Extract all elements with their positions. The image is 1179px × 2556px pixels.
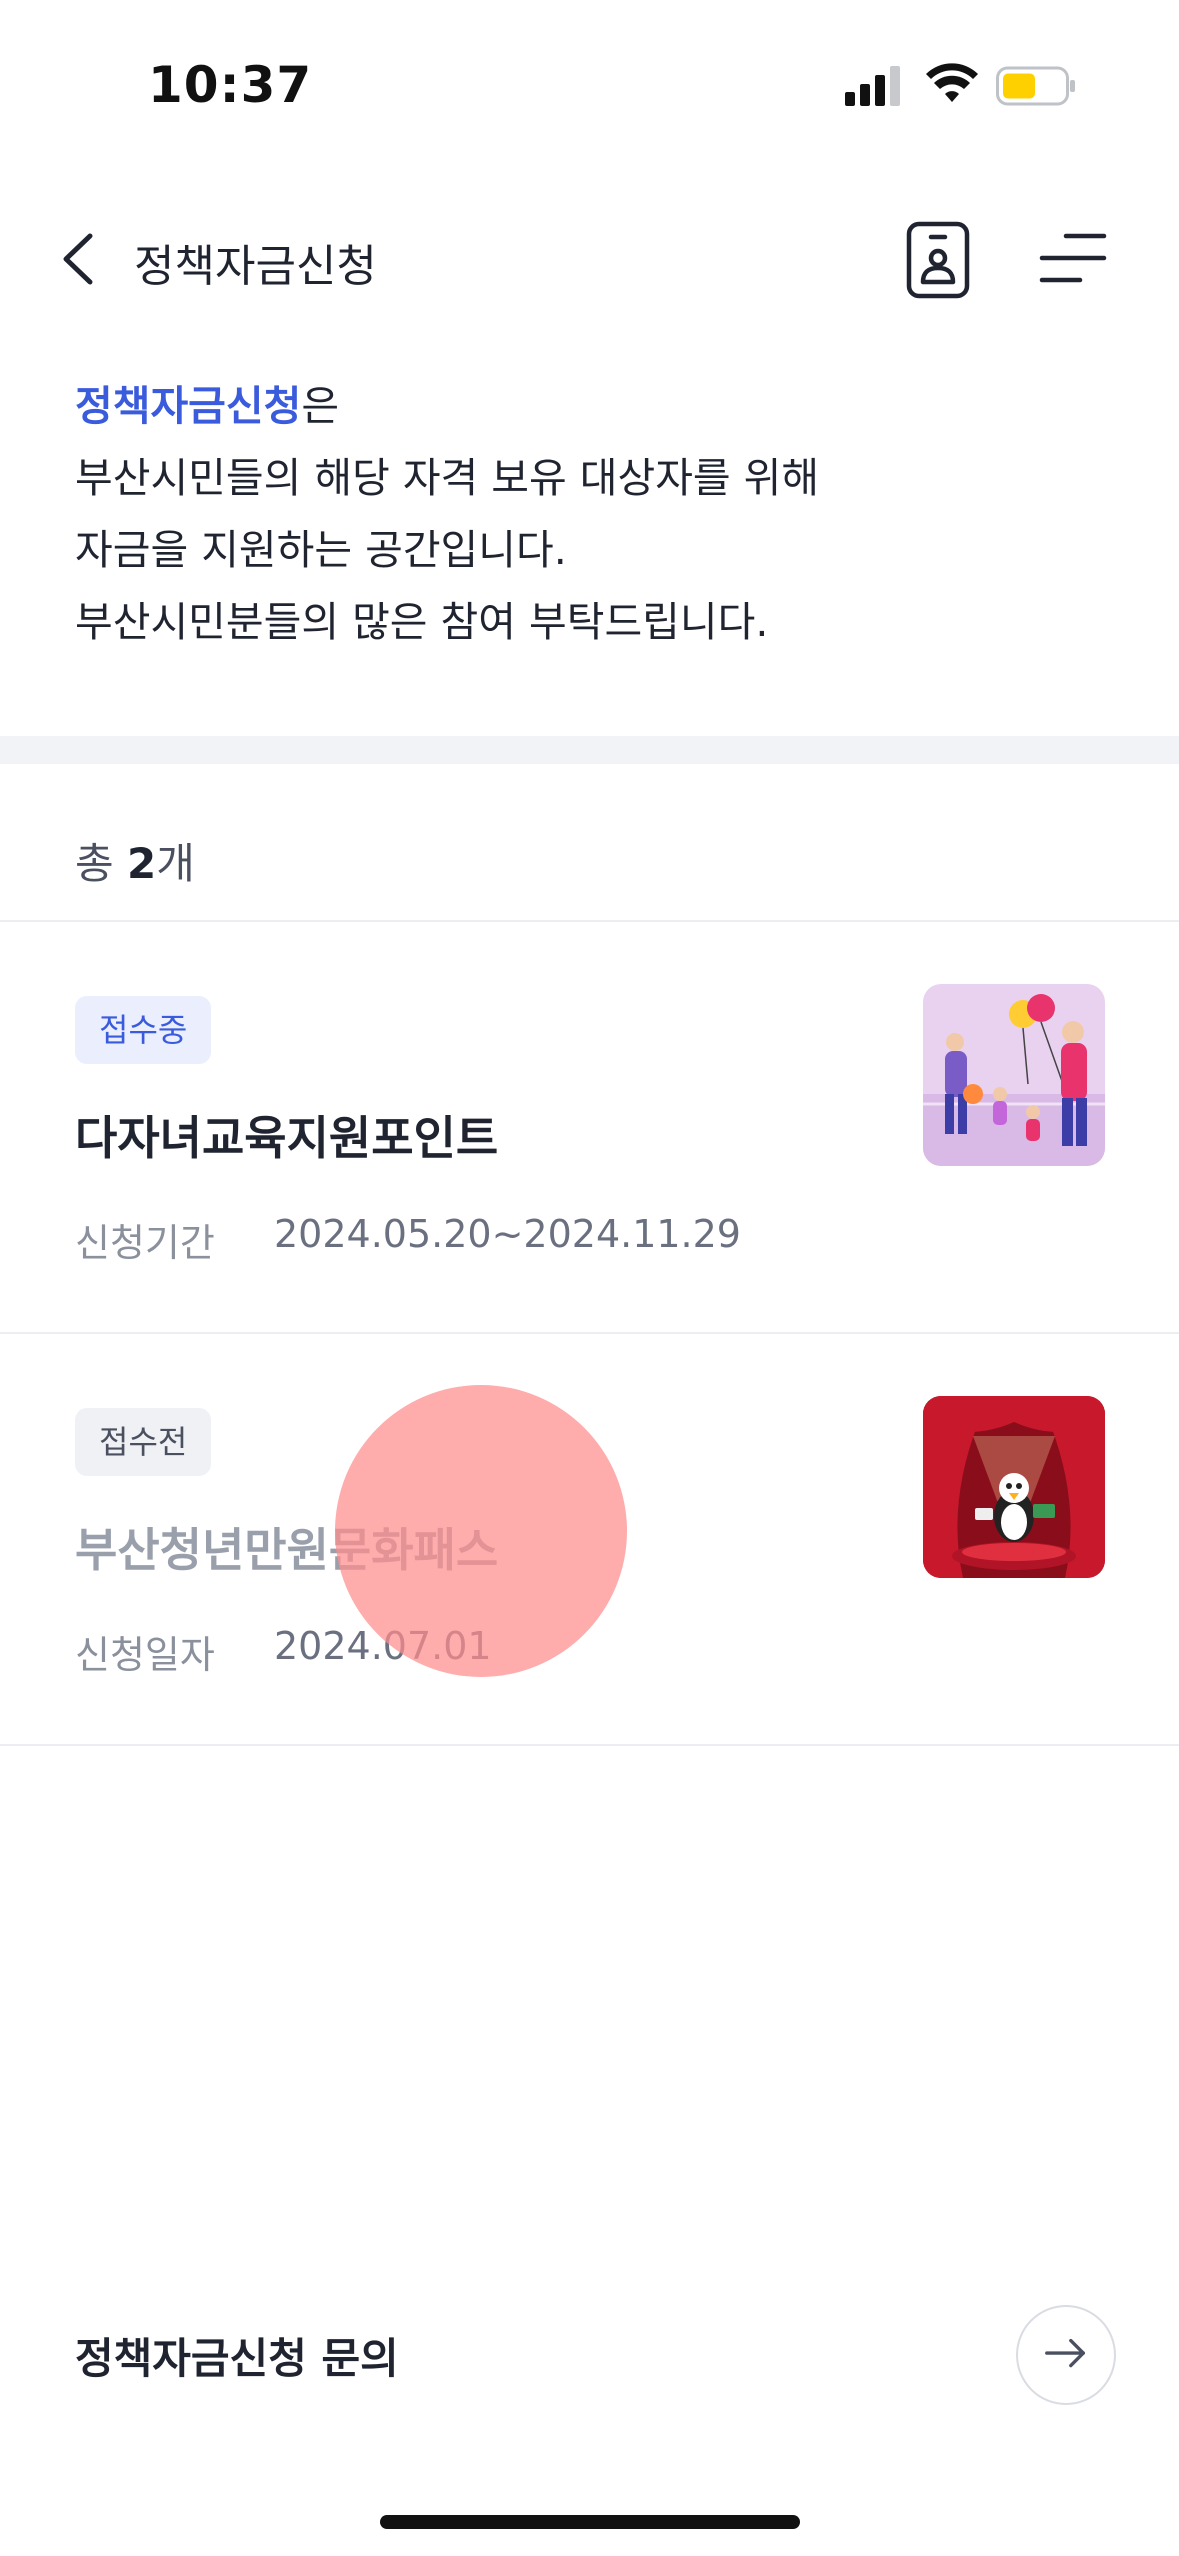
cellular-signal-icon (845, 66, 900, 106)
item-title: 다자녀교육지원포인트 (75, 1111, 499, 1165)
intro-highlight-suffix: 은 (301, 382, 340, 430)
total-prefix: 총 (75, 839, 127, 888)
page-title: 정책자금신청 (134, 241, 377, 292)
menu-icon[interactable] (1038, 228, 1108, 288)
back-button[interactable] (50, 224, 110, 294)
item-meta-label: 신청기간 (75, 1221, 215, 1265)
status-time: 10:37 (148, 56, 313, 114)
home-indicator[interactable] (380, 2515, 800, 2529)
total-count: 총 2개 (75, 830, 195, 891)
family-with-balloons-image (923, 984, 1105, 1166)
id-badge-icon[interactable] (905, 220, 971, 300)
divider (0, 1744, 1179, 1746)
status-badge-upcoming: 접수전 (75, 1408, 212, 1476)
list-item-multi-child-education[interactable]: 접수중 다자녀교육지원포인트 신청기간 2024.05.20~2024.11.2… (0, 922, 1179, 1332)
total-number: 2 (127, 839, 157, 888)
intro-line: 부산시민분들의 많은 참여 부탁드립니다. (75, 598, 769, 646)
arrow-right-icon (1045, 2338, 1085, 2368)
touch-indicator (335, 1385, 627, 1677)
section-separator (0, 736, 1179, 764)
inquiry-label[interactable]: 정책자금신청 문의 (75, 2325, 399, 2386)
battery-icon (996, 66, 1075, 106)
intro-line: 자금을 지원하는 공간입니다. (75, 526, 567, 574)
wifi-icon (926, 63, 978, 102)
item-meta-label: 신청일자 (75, 1633, 215, 1677)
item-meta-value: 2024.05.20~2024.11.29 (274, 1212, 741, 1256)
intro-text: 정책자금신청은 부산시민들의 해당 자격 보유 대상자를 위해 자금을 지원하는… (75, 370, 1115, 658)
inquiry-arrow-button[interactable] (1016, 2305, 1116, 2405)
total-suffix: 개 (156, 839, 195, 888)
stage-mascot-image (923, 1396, 1105, 1578)
intro-highlight: 정책자금신청 (75, 382, 302, 430)
intro-line: 부산시민들의 해당 자격 보유 대상자를 위해 (75, 454, 820, 502)
status-badge-open: 접수중 (75, 996, 212, 1064)
